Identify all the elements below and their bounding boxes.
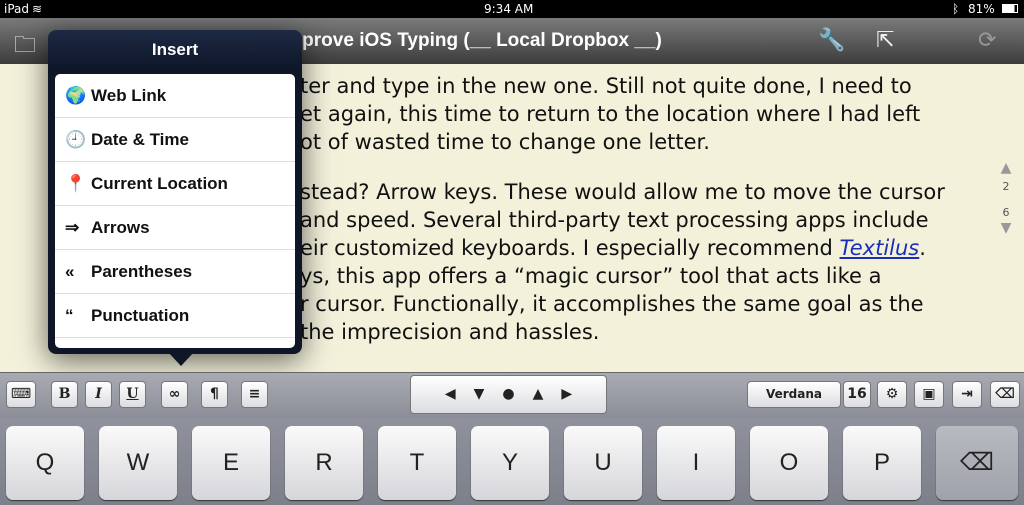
wifi-icon: ≋ <box>32 2 43 16</box>
menu-item-parentheses[interactable]: « Parentheses <box>55 250 295 294</box>
insert-button[interactable]: ∞ <box>161 381 188 408</box>
key-r[interactable]: R <box>285 426 363 500</box>
text-line: and speed. Several third-party text proc… <box>300 208 929 232</box>
text-line: the imprecision and hassles. <box>300 320 600 344</box>
page-current: 2 <box>1002 180 1010 193</box>
delete-icon[interactable]: ⌫ <box>990 381 1020 408</box>
battery-icon <box>1002 4 1018 13</box>
guillemet-icon: « <box>65 262 75 281</box>
document-title: Improve iOS Typing (__ Local Dropbox __) <box>280 30 662 51</box>
wrench-icon[interactable]: 🔧 <box>818 28 845 53</box>
underline-button[interactable]: U <box>119 381 146 408</box>
menu-item-web-link[interactable]: 🌍 Web Link <box>55 74 295 118</box>
font-button[interactable]: Verdana <box>747 381 841 408</box>
page-total: 6 <box>1002 206 1010 219</box>
globe-icon: 🌍 <box>65 86 87 105</box>
backspace-icon: ⌫ <box>960 449 994 476</box>
menu-item-label: Arrows <box>91 218 150 237</box>
key-t[interactable]: T <box>378 426 456 500</box>
folder-icon[interactable]: 🗀 <box>14 28 36 66</box>
font-size-button[interactable]: 16 <box>843 381 871 408</box>
menu-item-label: Current Location <box>91 174 228 193</box>
text-line: r cursor. Functionally, it accomplishes … <box>300 292 924 316</box>
insert-menu: 🌍 Web Link 🕘 Date & Time 📍 Current Location… <box>55 74 295 348</box>
menu-item-label: Date & Time <box>91 130 189 149</box>
cursor-pad[interactable]: ◀ ▼ ● ▲ ▶ <box>410 375 607 414</box>
quote-icon: “ <box>65 306 74 325</box>
share-icon[interactable]: ⇱ <box>876 28 894 53</box>
italic-button[interactable]: I <box>85 381 112 408</box>
keyboard: Q W E R T Y U I O P ⌫ <box>0 418 1024 505</box>
popover-arrow <box>168 352 194 366</box>
key-e[interactable]: E <box>192 426 270 500</box>
menu-item-label: Web Link <box>91 86 167 105</box>
menu-item-current-location[interactable]: 📍 Current Location <box>55 162 295 206</box>
key-i[interactable]: I <box>657 426 735 500</box>
status-bar: iPad ≋ 9:34 AM ᛒ 81% <box>0 0 1024 18</box>
clock-icon: 🕘 <box>65 130 87 149</box>
arrow-icon: ⇒ <box>65 218 80 237</box>
key-p[interactable]: P <box>843 426 921 500</box>
pin-icon: 📍 <box>65 174 87 193</box>
text-fragment: . <box>919 236 926 260</box>
key-q[interactable]: Q <box>6 426 84 500</box>
bluetooth-icon: ᛒ <box>952 2 960 16</box>
text-line: eir customized keyboards. I especially r… <box>300 236 926 260</box>
bold-button[interactable]: B <box>51 381 78 408</box>
text-line: stead? Arrow keys. These would allow me … <box>300 180 945 204</box>
key-w[interactable]: W <box>99 426 177 500</box>
device-label: iPad <box>4 2 30 16</box>
magic-cursor-icon[interactable]: ● <box>502 386 514 402</box>
paragraph-button[interactable]: ¶ <box>201 381 228 408</box>
text-line: ys, this app offers a “magic cursor” too… <box>300 264 882 288</box>
text-line: ot of wasted time to change one letter. <box>300 130 710 154</box>
arrow-right-icon[interactable]: ▶ <box>561 386 572 402</box>
menu-item-date-time[interactable]: 🕘 Date & Time <box>55 118 295 162</box>
tab-icon[interactable]: ⇥ <box>952 381 982 408</box>
sync-icon[interactable]: ⟳ <box>978 28 996 53</box>
popover-title: Insert <box>151 40 199 59</box>
format-toolbar: ⌨ B I U ∞ ¶ ≡ ◀ ▼ ● ▲ ▶ Verdana 16 ⚙ ▣ ⇥ ⌫ <box>0 372 1024 418</box>
page-down-icon[interactable]: ▼ <box>996 220 1016 236</box>
menu-item-label: Punctuation <box>91 306 190 325</box>
arrow-down-icon[interactable]: ▼ <box>474 386 485 402</box>
key-y[interactable]: Y <box>471 426 549 500</box>
insert-popover: Insert 🌍 Web Link 🕘 Date & Time 📍 Current L… <box>48 30 302 354</box>
gear-icon[interactable]: ⚙ <box>877 381 907 408</box>
menu-item-arrows[interactable]: ⇒ Arrows <box>55 206 295 250</box>
image-icon[interactable]: ▣ <box>914 381 944 408</box>
page-up-icon[interactable]: ▲ <box>996 160 1016 176</box>
menu-item-punctuation[interactable]: “ Punctuation <box>55 294 295 338</box>
text-line: ter and type in the new one. Still not q… <box>300 74 912 98</box>
align-icon[interactable]: ≡ <box>241 381 268 408</box>
key-o[interactable]: O <box>750 426 828 500</box>
menu-item-label: Parentheses <box>91 262 193 281</box>
battery-label: 81% <box>968 2 995 16</box>
keyboard-hide-icon[interactable]: ⌨ <box>6 381 36 408</box>
key-u[interactable]: U <box>564 426 642 500</box>
arrow-up-icon[interactable]: ▲ <box>533 386 544 402</box>
text-fragment: eir customized keyboards. I especially r… <box>300 236 840 260</box>
arrow-left-icon[interactable]: ◀ <box>445 386 456 402</box>
text-line: et again, this time to return to the loc… <box>300 102 921 126</box>
backspace-key[interactable]: ⌫ <box>936 426 1018 500</box>
textilus-link[interactable]: Textilus <box>840 236 920 260</box>
clock: 9:34 AM <box>484 2 534 16</box>
